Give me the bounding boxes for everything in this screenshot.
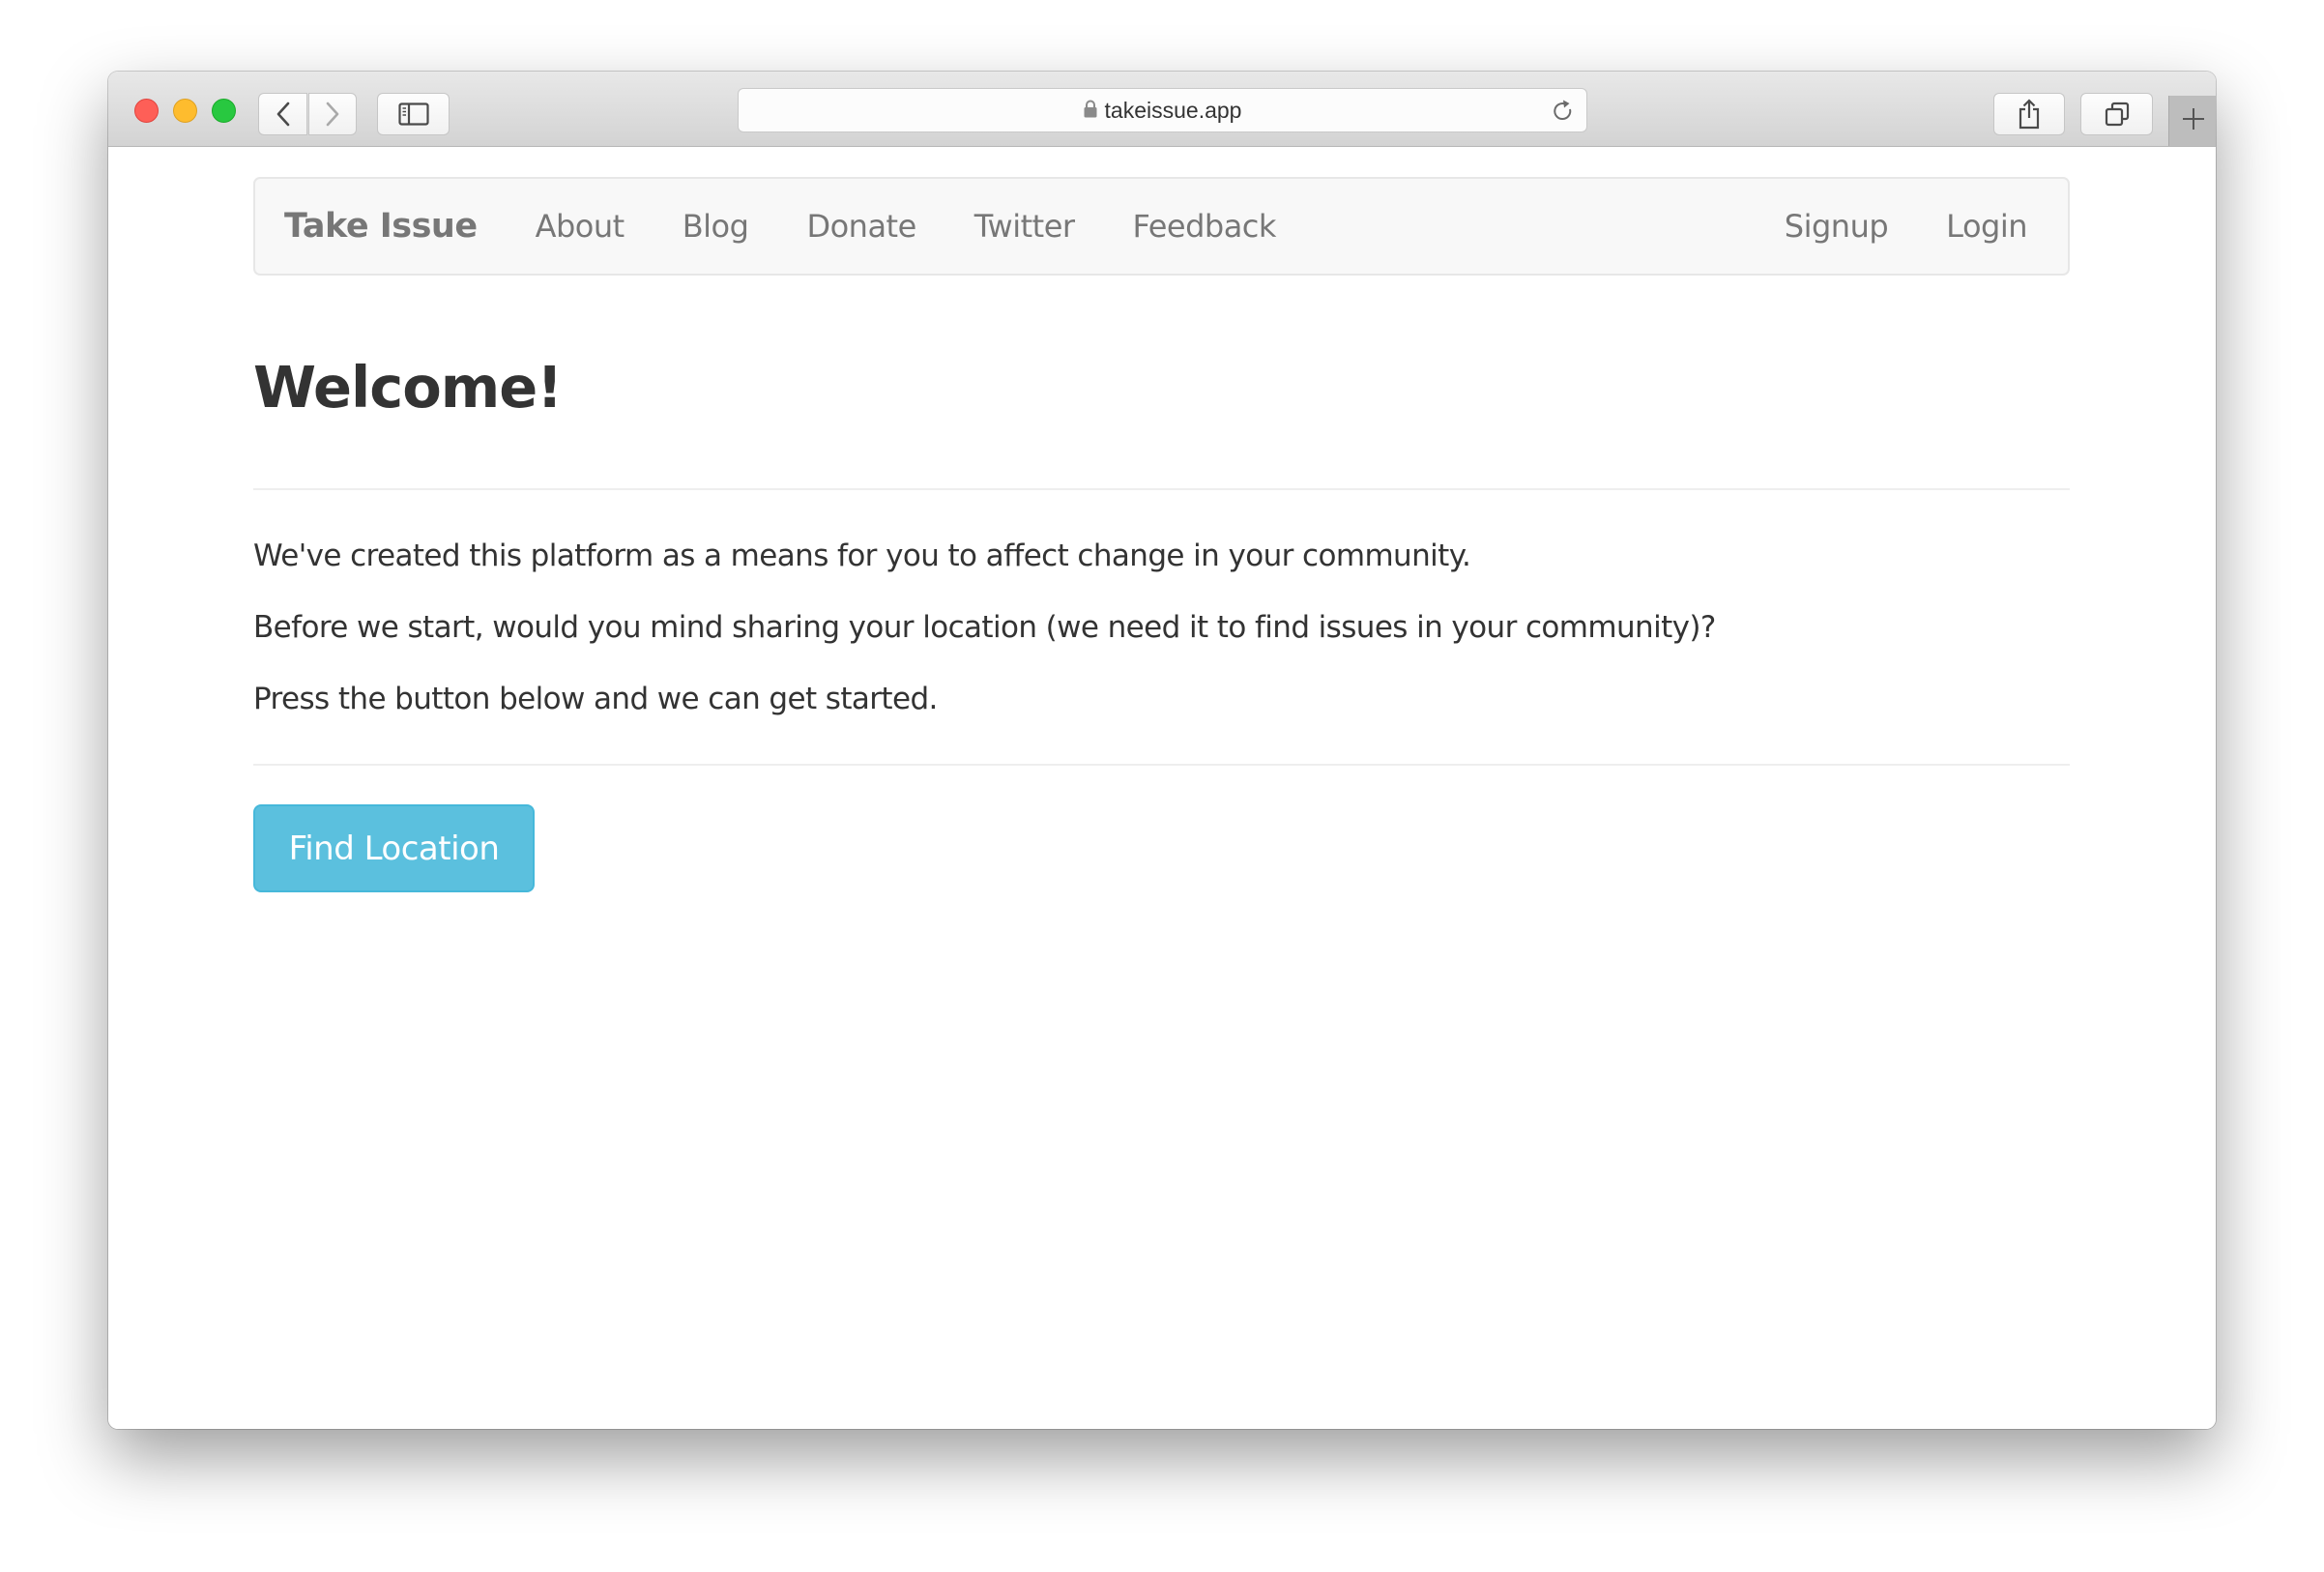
nav-link-about[interactable]: About	[536, 208, 625, 245]
nav-link-signup[interactable]: Signup	[1785, 208, 1889, 245]
divider	[253, 764, 2070, 766]
tabs-icon	[2105, 102, 2130, 127]
page-title: Welcome!	[253, 354, 563, 421]
reload-icon[interactable]	[1552, 99, 1575, 128]
back-button[interactable]	[258, 93, 307, 135]
nav-link-login[interactable]: Login	[1946, 208, 2027, 245]
find-location-button[interactable]: Find Location	[253, 804, 535, 892]
brand-link[interactable]: Take Issue	[284, 207, 478, 246]
sidebar-toggle-button[interactable]	[377, 93, 450, 135]
nav-link-twitter[interactable]: Twitter	[974, 208, 1075, 245]
minimize-window-button[interactable]	[173, 99, 197, 123]
location-request-paragraph: Before we start, would you mind sharing …	[253, 610, 1716, 645]
sidebar-icon	[397, 102, 429, 126]
navbar-right: Signup Login	[1785, 179, 2028, 274]
navbar-left: Take Issue About Blog Donate Twitter Fee…	[284, 179, 1334, 274]
instruction-paragraph: Press the button below and we can get st…	[253, 682, 938, 716]
chevron-left-icon	[276, 102, 291, 127]
nav-link-feedback[interactable]: Feedback	[1133, 208, 1277, 245]
address-bar[interactable]: takeissue.app	[738, 88, 1587, 132]
nav-link-donate[interactable]: Donate	[806, 208, 916, 245]
intro-paragraph: We've created this platform as a means f…	[253, 539, 1471, 573]
site-navbar: Take Issue About Blog Donate Twitter Fee…	[253, 177, 2070, 276]
share-button[interactable]	[1993, 93, 2065, 135]
lock-icon	[1084, 100, 1097, 122]
forward-button[interactable]	[308, 93, 357, 135]
share-icon	[2018, 99, 2041, 130]
zoom-window-button[interactable]	[212, 99, 236, 123]
divider	[253, 488, 2070, 490]
show-tabs-button[interactable]	[2080, 93, 2153, 135]
plus-icon	[2182, 107, 2205, 134]
close-window-button[interactable]	[134, 99, 159, 123]
browser-window: takeissue.app Take Issue About Blog Dona…	[108, 72, 2216, 1429]
nav-link-blog[interactable]: Blog	[683, 208, 749, 245]
chevron-right-icon	[325, 102, 340, 127]
url-text: takeissue.app	[1104, 97, 1242, 123]
browser-titlebar: takeissue.app	[108, 72, 2216, 147]
page-viewport: Take Issue About Blog Donate Twitter Fee…	[108, 147, 2216, 1429]
new-tab-button[interactable]	[2168, 96, 2216, 146]
